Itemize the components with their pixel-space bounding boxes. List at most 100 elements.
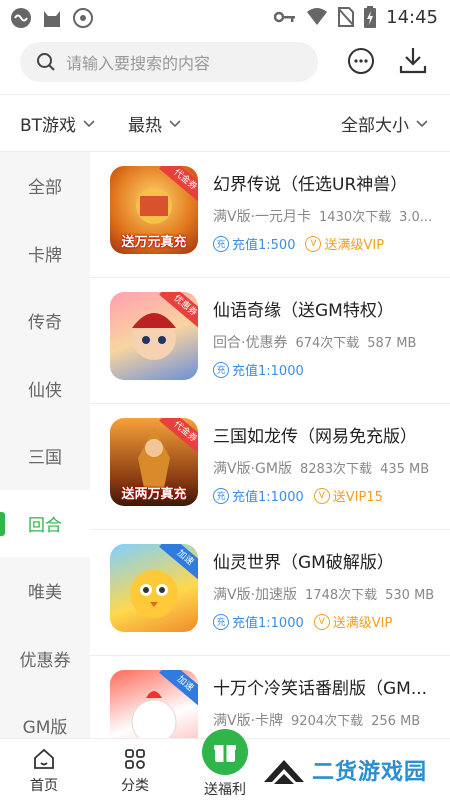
nav-home-label: 首页: [30, 778, 58, 794]
filter-type-label: BT游戏: [20, 116, 77, 136]
cat-app-icon: [44, 11, 60, 27]
sidebar-item-all[interactable]: 全部: [0, 152, 90, 220]
sidebar-item-coupon[interactable]: 优惠券: [0, 625, 90, 693]
nav-category-label: 分类: [121, 778, 149, 794]
sidebar-item-legend[interactable]: 传奇: [0, 287, 90, 355]
vip-tag-text: 送满级VIP: [332, 616, 393, 631]
recharge-tag-text: 充值1:1000: [232, 490, 304, 505]
filter-type[interactable]: BT游戏: [20, 111, 96, 136]
filter-size-label: 全部大小: [341, 116, 409, 136]
filter-row: BT游戏 最热 全部大小: [0, 94, 450, 152]
key-icon: [274, 11, 296, 23]
search-row: 请输入要搜索的内容: [0, 38, 450, 88]
game-tags: 充充值1:1000 V 送满级VIP: [213, 612, 392, 631]
clock: 14:45: [386, 6, 438, 28]
watermark: 二货游戏园: [262, 754, 427, 786]
game-icon[interactable]: 代金券 送万元真充: [110, 166, 198, 254]
game-icon[interactable]: 优惠券: [110, 292, 198, 380]
game-icon[interactable]: 加速: [110, 670, 198, 738]
file-size: 435 MB: [380, 462, 430, 477]
vip-icon: V: [313, 487, 330, 504]
recharge-icon: 充: [213, 487, 229, 504]
sidebar-item-card[interactable]: 卡牌: [0, 220, 90, 288]
category-grid-icon: [125, 749, 145, 769]
vip-tag: V 送满级VIP: [313, 612, 393, 631]
download-count: 1430次下载: [319, 210, 392, 225]
no-sim-icon: [338, 7, 355, 27]
filter-sort-label: 最热: [128, 116, 162, 136]
category-sidebar: 全部 卡牌 传奇 仙侠 三国 回合 唯美 优惠券 GM版: [0, 152, 90, 738]
recharge-tag: 充充值1:500: [213, 234, 295, 253]
game-meta: 回合·优惠券 674次下载 587 MB: [213, 332, 443, 352]
recharge-tag-text: 充值1:500: [232, 238, 296, 253]
list-item[interactable]: 加速 仙灵世界（GM破解版） 满V版·加速版 1748次下载 530 MB 充充值1…: [90, 530, 450, 656]
file-size: 530 MB: [385, 588, 435, 603]
sidebar-item-xianxia[interactable]: 仙侠: [0, 355, 90, 423]
home-icon: [34, 748, 54, 769]
watermark-logo-icon: [264, 760, 304, 784]
recharge-tag-text: 充值1:1000: [232, 616, 304, 631]
watermark-text: 二货游戏园: [312, 760, 428, 785]
game-list: 代金券 送万元真充 幻界传说（任选UR神兽） 满V版·一元月卡 1430次下载 3.…: [90, 152, 450, 738]
vip-icon: V: [305, 235, 322, 252]
recharge-icon: 充: [213, 235, 229, 252]
game-category: 满V版·加速版: [213, 587, 298, 603]
vip-tag-text: 送VIP15: [332, 490, 383, 505]
download-count: 9204次下载: [291, 714, 364, 729]
search-icon: [37, 53, 55, 71]
gift-fab-button[interactable]: [202, 729, 248, 775]
download-count: 8283次下载: [299, 462, 373, 477]
game-title[interactable]: 十万个冷笑话番剧版（GM...: [213, 674, 443, 699]
recharge-tag: 充充值1:1000: [213, 612, 304, 631]
game-category: 满V版·卡牌: [213, 713, 284, 729]
sidebar-item-turn-based[interactable]: 回合: [0, 489, 90, 557]
file-size: 587 MB: [367, 336, 417, 351]
recharge-icon: 充: [213, 361, 229, 378]
gift-icon: [214, 745, 236, 762]
list-item[interactable]: 代金券 送两万真充 三国如龙传（网易免充版） 满V版·GM版 8283次下载 435…: [90, 404, 450, 530]
game-title[interactable]: 三国如龙传（网易免充版）: [213, 422, 443, 447]
chevron-down-icon: [169, 119, 181, 127]
list-item[interactable]: 优惠券 仙语奇缘（送GM特权） 回合·优惠券 674次下载 587 MB 充充值1:…: [90, 278, 450, 404]
list-item[interactable]: 加速 十万个冷笑话番剧版（GM... 满V版·卡牌 9204次下载 256 MB: [90, 656, 450, 738]
game-meta: 满V版·加速版 1748次下载 530 MB: [213, 584, 443, 604]
game-title[interactable]: 仙灵世界（GM破解版）: [213, 548, 443, 573]
sidebar-item-gm[interactable]: GM版: [0, 692, 90, 738]
game-icon[interactable]: 代金券 送两万真充: [110, 418, 198, 506]
list-item[interactable]: 代金券 送万元真充 幻界传说（任选UR神兽） 满V版·一元月卡 1430次下载 3.…: [90, 152, 450, 278]
download-icon[interactable]: [397, 44, 429, 76]
game-tags: 充充值1:1000: [213, 360, 304, 379]
vip-tag: V 送VIP15: [313, 486, 383, 505]
filter-sort[interactable]: 最热: [128, 111, 182, 136]
status-bar: 14:45: [0, 0, 450, 34]
game-tags: 充充值1:500 V 送满级VIP: [213, 234, 384, 253]
link-app-icon: [11, 8, 31, 28]
download-count: 674次下载: [295, 336, 360, 351]
search-placeholder: 请输入要搜索的内容: [66, 54, 211, 73]
chevron-down-icon: [416, 119, 428, 127]
nav-welfare-label[interactable]: 送福利: [193, 779, 257, 799]
sidebar-item-beautiful[interactable]: 唯美: [0, 557, 90, 625]
game-meta: 满V版·一元月卡 1430次下载 3.0...: [213, 206, 443, 226]
file-size: 3.0...: [399, 210, 433, 225]
icon-caption: 送两万真充: [121, 487, 187, 502]
game-category: 满V版·GM版: [213, 461, 292, 477]
search-input[interactable]: 请输入要搜索的内容: [20, 42, 318, 82]
game-title[interactable]: 仙语奇缘（送GM特权）: [213, 296, 443, 321]
nav-category[interactable]: 分类: [105, 747, 165, 795]
nav-home[interactable]: 首页: [14, 747, 74, 795]
game-title[interactable]: 幻界传说（任选UR神兽）: [213, 170, 443, 195]
message-icon[interactable]: [346, 46, 376, 76]
download-count: 1748次下载: [305, 588, 378, 603]
game-category: 满V版·一元月卡: [213, 209, 312, 225]
sidebar-item-three-kingdoms[interactable]: 三国: [0, 422, 90, 490]
game-meta: 满V版·GM版 8283次下载 435 MB: [213, 458, 443, 478]
vip-icon: V: [313, 613, 330, 630]
recharge-icon: 充: [213, 613, 229, 630]
chevron-down-icon: [83, 119, 95, 127]
game-icon[interactable]: 加速: [110, 544, 198, 632]
filter-size[interactable]: 全部大小: [341, 111, 429, 136]
vip-tag-text: 送满级VIP: [324, 238, 385, 253]
game-meta: 满V版·卡牌 9204次下载 256 MB: [213, 710, 443, 730]
game-category: 回合·优惠券: [213, 335, 288, 351]
